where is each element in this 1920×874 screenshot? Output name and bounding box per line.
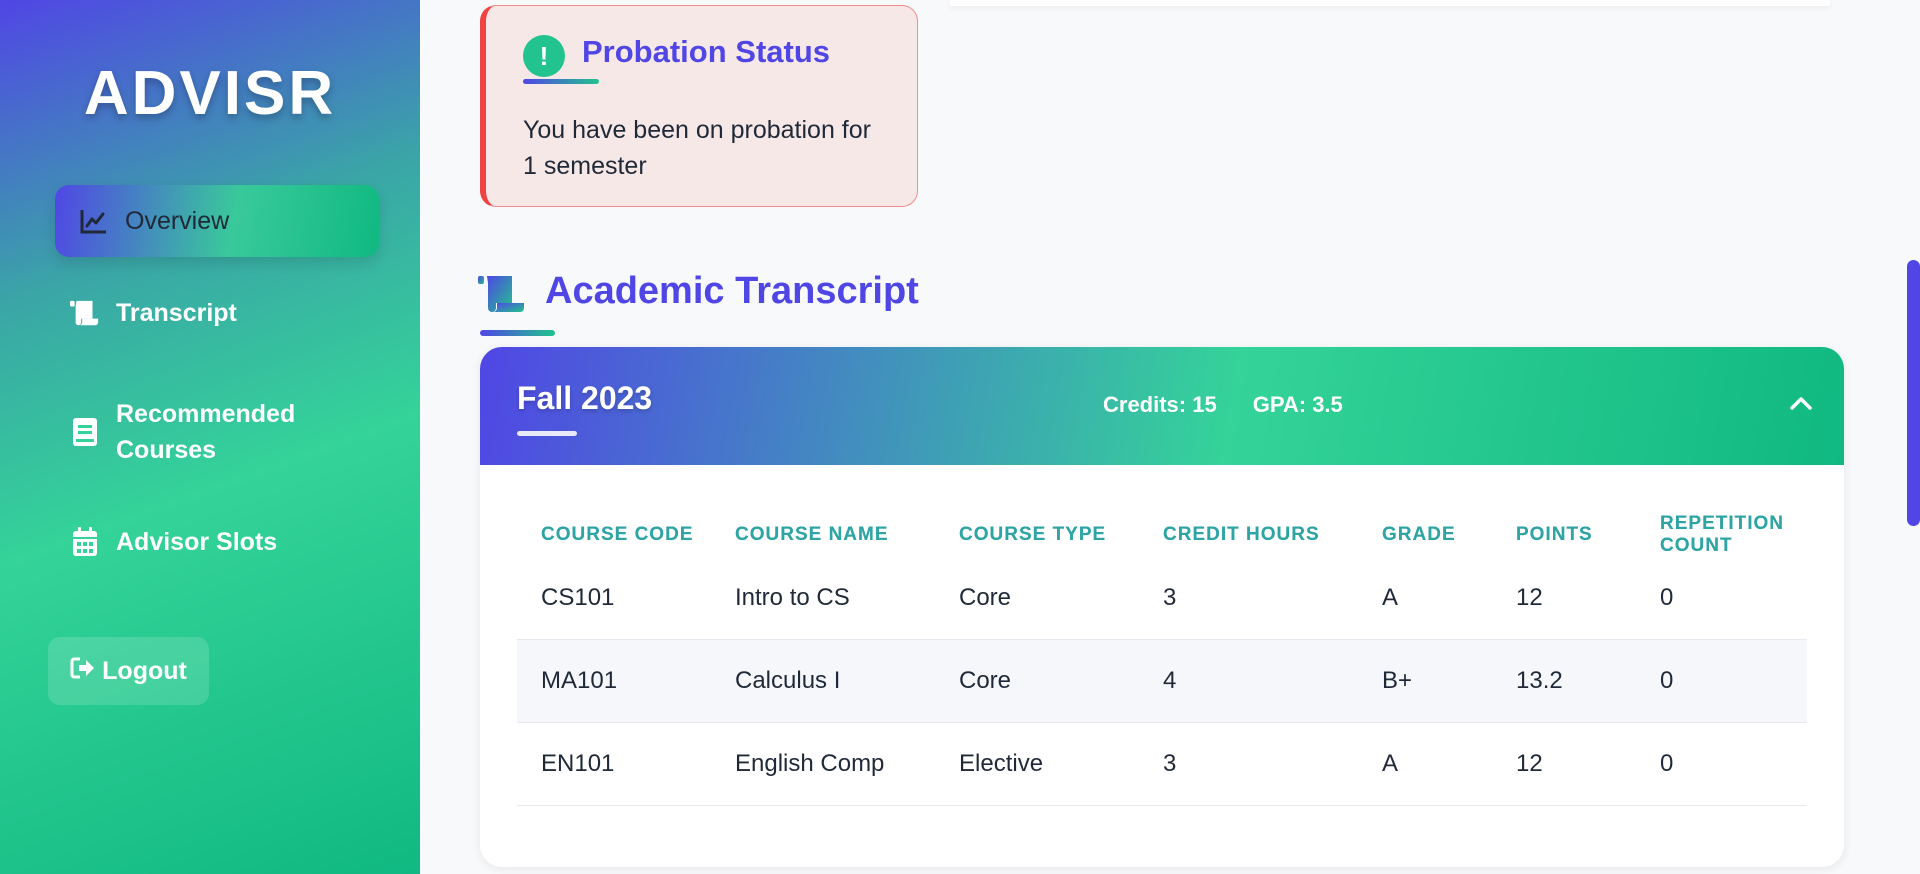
cell-repetition: 0 bbox=[1636, 557, 1807, 640]
logout-button[interactable]: Logout bbox=[48, 637, 209, 705]
cell-repetition: 0 bbox=[1636, 639, 1807, 723]
title-underline bbox=[523, 79, 599, 84]
cell-course-code: MA101 bbox=[517, 639, 711, 723]
sidebar-item-transcript[interactable]: Transcript bbox=[70, 298, 237, 328]
cell-credit-hours: 3 bbox=[1139, 557, 1358, 640]
table-row: CS101 Intro to CS Core 3 A 12 0 bbox=[517, 557, 1807, 640]
table-row: MA101 Calculus I Core 4 B+ 13.2 0 bbox=[517, 639, 1807, 723]
scroll-icon bbox=[70, 298, 100, 328]
top-card-edge bbox=[950, 0, 1830, 6]
courses-table: COURSE CODE COURSE NAME COURSE TYPE CRED… bbox=[517, 513, 1807, 806]
cell-course-name: English Comp bbox=[711, 722, 935, 806]
cell-credit-hours: 3 bbox=[1139, 722, 1358, 806]
column-header: COURSE NAME bbox=[711, 513, 935, 557]
cell-course-code: EN101 bbox=[517, 722, 711, 806]
cell-grade: A bbox=[1358, 722, 1492, 806]
cell-course-code: CS101 bbox=[517, 557, 711, 640]
probation-card: ! Probation Status You have been on prob… bbox=[480, 5, 918, 207]
brand-logo: ADVISR bbox=[83, 59, 337, 128]
credits-stat: Credits: 15 bbox=[1103, 392, 1217, 417]
cell-grade: B+ bbox=[1358, 639, 1492, 723]
sidebar-item-label: Overview bbox=[125, 206, 230, 235]
logout-label: Logout bbox=[102, 656, 187, 685]
cell-course-type: Core bbox=[935, 557, 1139, 640]
semester-title-underline bbox=[517, 431, 577, 436]
semester-header[interactable]: Fall 2023 Credits: 15 GPA: 3.5 bbox=[480, 347, 1844, 465]
sign-out-icon bbox=[70, 656, 96, 687]
cell-course-type: Core bbox=[935, 639, 1139, 723]
table-row: EN101 English Comp Elective 3 A 12 0 bbox=[517, 722, 1807, 806]
cell-points: 13.2 bbox=[1492, 639, 1636, 723]
section-title: Academic Transcript bbox=[545, 270, 919, 312]
cell-course-type: Elective bbox=[935, 722, 1139, 806]
probation-title: Probation Status bbox=[582, 34, 831, 69]
column-header: REPETITION COUNT bbox=[1636, 513, 1807, 557]
cell-credit-hours: 4 bbox=[1139, 639, 1358, 723]
scroll-icon bbox=[478, 275, 528, 315]
exclamation-icon: ! bbox=[523, 35, 565, 77]
semester-body: COURSE CODE COURSE NAME COURSE TYPE CRED… bbox=[480, 465, 1844, 867]
semester-stats: Credits: 15 GPA: 3.5 bbox=[1103, 392, 1343, 418]
cell-course-name: Intro to CS bbox=[711, 557, 935, 640]
column-header: COURSE TYPE bbox=[935, 513, 1139, 557]
scrollbar-thumb[interactable] bbox=[1907, 260, 1920, 526]
sidebar-item-overview[interactable]: Overview bbox=[55, 185, 379, 257]
section-underline bbox=[480, 330, 555, 336]
cell-grade: A bbox=[1358, 557, 1492, 640]
cell-repetition: 0 bbox=[1636, 722, 1807, 806]
sidebar-item-advisor-slots[interactable]: Advisor Slots bbox=[70, 527, 277, 557]
calendar-icon bbox=[70, 527, 100, 557]
chart-line-icon bbox=[79, 206, 109, 236]
column-header: GRADE bbox=[1358, 513, 1492, 557]
semester-card: Fall 2023 Credits: 15 GPA: 3.5 COURSE CO… bbox=[480, 347, 1844, 867]
cell-points: 12 bbox=[1492, 557, 1636, 640]
semester-title: Fall 2023 bbox=[517, 380, 653, 416]
sidebar-item-label: Advisor Slots bbox=[116, 527, 278, 556]
book-icon bbox=[70, 417, 100, 447]
column-header: COURSE CODE bbox=[517, 513, 711, 557]
column-header: CREDIT HOURS bbox=[1139, 513, 1358, 557]
sidebar-item-label: Recommended Courses bbox=[116, 400, 296, 464]
table-header-row: COURSE CODE COURSE NAME COURSE TYPE CRED… bbox=[517, 513, 1807, 557]
sidebar: ADVISR Overview Transcript Recommended C… bbox=[0, 0, 420, 874]
gpa-stat: GPA: 3.5 bbox=[1252, 392, 1343, 417]
cell-course-name: Calculus I bbox=[711, 639, 935, 723]
probation-text: You have been on probation for 1 semeste… bbox=[523, 116, 871, 180]
column-header: POINTS bbox=[1492, 513, 1636, 557]
cell-points: 12 bbox=[1492, 722, 1636, 806]
sidebar-item-recommended-courses[interactable]: Recommended Courses bbox=[70, 396, 316, 468]
sidebar-item-label: Transcript bbox=[116, 298, 237, 327]
chevron-up-icon[interactable] bbox=[1785, 387, 1817, 419]
